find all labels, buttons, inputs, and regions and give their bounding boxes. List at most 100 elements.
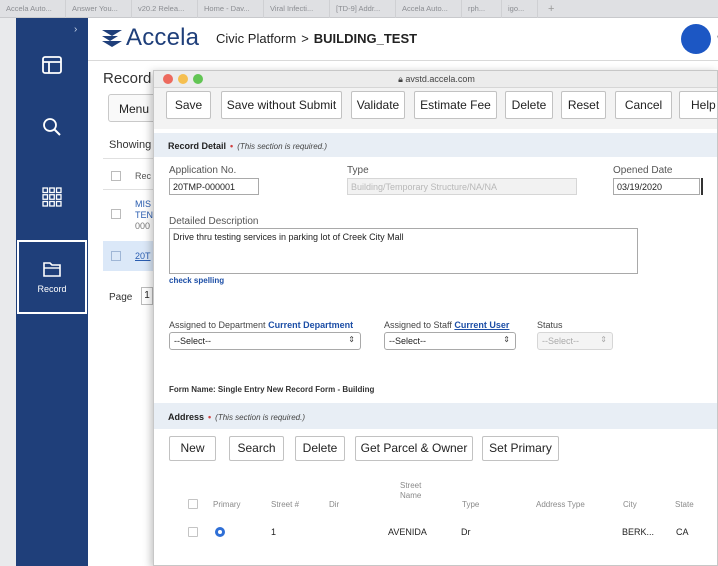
- browser-tab[interactable]: Viral Infecti...: [264, 0, 330, 18]
- cell-type: Dr: [461, 527, 471, 537]
- save-button[interactable]: Save: [166, 91, 211, 119]
- column-header-street-no[interactable]: Street #: [271, 500, 299, 510]
- select-arrows-icon: ⇕: [503, 335, 510, 344]
- application-no-label: Application No.: [169, 165, 237, 176]
- row-checkbox[interactable]: [188, 527, 198, 537]
- record-popup-window: 🔒︎ avstd.accela.com Save Save without Su…: [153, 70, 718, 566]
- breadcrumb-product[interactable]: Civic Platform: [216, 31, 296, 46]
- primary-radio[interactable]: [215, 527, 225, 537]
- column-header-primary[interactable]: Primary: [213, 500, 241, 510]
- current-department-link[interactable]: Current Department: [268, 320, 353, 330]
- menu-button[interactable]: Menu: [108, 94, 158, 122]
- description-textarea[interactable]: Drive thru testing services in parking l…: [169, 228, 638, 274]
- get-parcel-owner-button[interactable]: Get Parcel & Owner: [355, 436, 473, 461]
- column-header-type[interactable]: Type: [462, 500, 479, 510]
- url-bar: 🔒︎ avstd.accela.com: [154, 74, 717, 85]
- record-link[interactable]: 20T: [135, 251, 151, 261]
- browser-tab[interactable]: rph...: [462, 0, 502, 18]
- cell-state: CA: [676, 527, 689, 537]
- validate-button[interactable]: Validate: [351, 91, 405, 119]
- required-mark: •: [208, 412, 212, 422]
- check-spelling-link[interactable]: check spelling: [169, 276, 224, 285]
- search-icon: [43, 118, 61, 136]
- type-field: Building/Temporary Structure/NA/NA: [347, 178, 577, 195]
- estimate-fee-button[interactable]: Estimate Fee: [414, 91, 497, 119]
- apps-grid-icon: [42, 187, 62, 207]
- record-link[interactable]: TEN: [135, 210, 153, 220]
- nav-item-record[interactable]: Record: [17, 240, 87, 314]
- browser-tab[interactable]: Answer You...: [66, 0, 132, 18]
- record-link[interactable]: MIS: [135, 199, 151, 209]
- pagination-label: Page: [109, 292, 133, 303]
- search-address-button[interactable]: Search: [229, 436, 284, 461]
- required-note: (This section is required.): [215, 413, 305, 422]
- cell-street-no: 1: [271, 527, 277, 537]
- browser-tab[interactable]: v20.2 Relea...: [132, 0, 198, 18]
- new-tab-button[interactable]: +: [542, 0, 560, 18]
- column-header-dir[interactable]: Dir: [329, 500, 339, 510]
- column-header-address-type[interactable]: Address Type: [536, 500, 585, 510]
- accela-logo-icon: [102, 30, 122, 47]
- select-all-checkbox[interactable]: [111, 171, 121, 181]
- required-mark: •: [230, 141, 234, 151]
- breadcrumb: Civic Platform > BUILDING_TEST: [216, 31, 417, 46]
- lock-icon: 🔒︎: [398, 74, 403, 84]
- nav-item-label: Record: [37, 284, 67, 294]
- record-detail-section-header: Record Detail • (This section is required.…: [154, 133, 717, 157]
- accela-logo: Accela: [100, 24, 199, 52]
- nav-item-search[interactable]: [16, 90, 88, 164]
- application-no-field[interactable]: 20TMP-000001: [169, 178, 259, 195]
- record-form: Record Detail • (This section is required.…: [154, 129, 717, 565]
- select-arrows-icon: ⇕: [600, 335, 607, 344]
- column-header-street-name[interactable]: Street Name: [400, 481, 434, 501]
- select-arrows-icon: ⇕: [348, 335, 355, 344]
- new-address-button[interactable]: New: [169, 436, 216, 461]
- column-header-city[interactable]: City: [623, 500, 637, 510]
- help-button[interactable]: Help: [679, 91, 717, 119]
- row-checkbox[interactable]: [111, 251, 121, 261]
- browser-tab[interactable]: Accela Auto...: [396, 0, 462, 18]
- side-navigation: › Record: [16, 18, 88, 566]
- section-title: Record Detail • (This section is required.…: [168, 141, 327, 151]
- section-title: Address • (This section is required.): [168, 412, 305, 422]
- cancel-button[interactable]: Cancel: [615, 91, 672, 119]
- reset-button[interactable]: Reset: [561, 91, 606, 119]
- cell-city: BERK...: [622, 527, 655, 537]
- set-primary-button[interactable]: Set Primary: [482, 436, 559, 461]
- page-number-input[interactable]: 1: [141, 287, 153, 305]
- cell-street-name: AVENIDA: [388, 527, 427, 537]
- popup-toolbar: Save Save without Submit Validate Estima…: [154, 88, 717, 128]
- breadcrumb-module[interactable]: BUILDING_TEST: [314, 31, 417, 46]
- date-field-edge: [701, 178, 703, 195]
- panel-icon: [42, 56, 62, 74]
- url-text: avstd.accela.com: [405, 74, 475, 84]
- select-all-checkbox[interactable]: [188, 499, 198, 509]
- browser-tab[interactable]: Accela Auto...: [0, 0, 66, 18]
- opened-date-field[interactable]: 03/19/2020: [613, 178, 700, 195]
- delete-button[interactable]: Delete: [505, 91, 553, 119]
- description-label: Detailed Description: [169, 216, 259, 227]
- record-folder-icon: [43, 262, 61, 277]
- avatar[interactable]: [681, 24, 711, 54]
- status-select: --Select-- ⇕: [537, 332, 613, 350]
- breadcrumb-separator: >: [301, 31, 309, 46]
- column-header-state[interactable]: State: [675, 500, 694, 510]
- current-user-link[interactable]: Current User: [454, 320, 509, 330]
- browser-tab[interactable]: [TD-9] Addr...: [330, 0, 396, 18]
- row-checkbox[interactable]: [111, 209, 121, 219]
- logo-text: Accela: [126, 24, 200, 51]
- nav-item-apps[interactable]: [16, 160, 88, 234]
- delete-address-button[interactable]: Delete: [295, 436, 345, 461]
- department-label: Assigned to Department Current Departmen…: [169, 320, 354, 330]
- page-title: Record: [103, 70, 152, 87]
- staff-select[interactable]: --Select-- ⇕: [384, 332, 516, 350]
- save-without-submit-button[interactable]: Save without Submit: [221, 91, 342, 119]
- status-label: Status: [537, 320, 563, 330]
- showing-label: Showing: [109, 139, 152, 151]
- opened-date-label: Opened Date: [613, 165, 673, 176]
- staff-label: Assigned to Staff Current User: [384, 320, 510, 330]
- department-select[interactable]: --Select-- ⇕: [169, 332, 361, 350]
- type-label: Type: [347, 165, 369, 176]
- browser-tab[interactable]: Home - Dav...: [198, 0, 264, 18]
- browser-tab[interactable]: igo...: [502, 0, 538, 18]
